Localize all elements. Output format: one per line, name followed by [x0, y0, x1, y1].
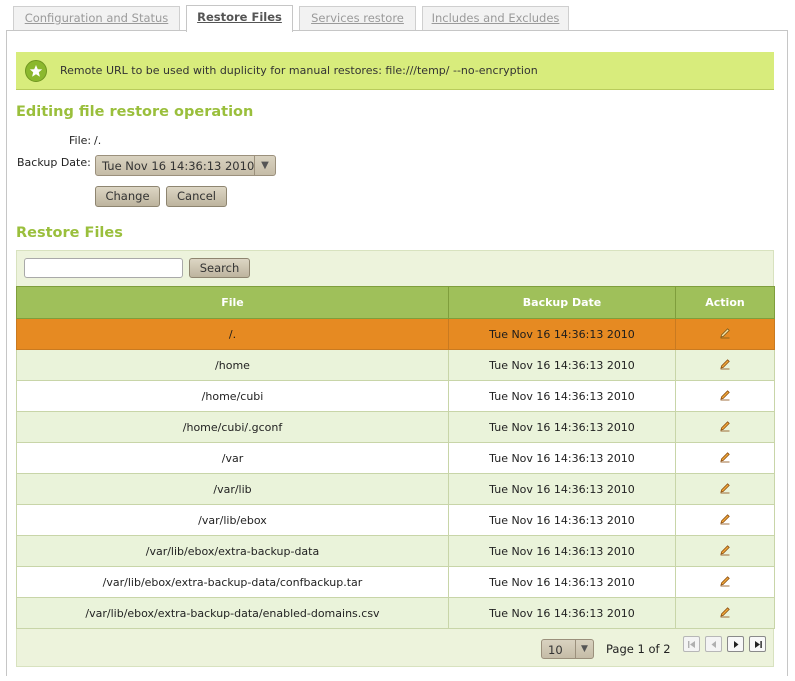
dropdown-arrow-icon: ▼ [254, 156, 275, 175]
row-file: /. [16, 318, 449, 350]
search-input[interactable] [24, 258, 183, 278]
row-date: Tue Nov 16 14:36:13 2010 [448, 318, 676, 350]
table-row[interactable]: /home Tue Nov 16 14:36:13 2010 [16, 349, 775, 381]
table-row[interactable]: /home/cubi Tue Nov 16 14:36:13 2010 [16, 380, 775, 412]
pencil-icon[interactable] [719, 451, 731, 466]
page-size-value: 10 [548, 643, 563, 657]
cancel-button[interactable]: Cancel [166, 186, 227, 207]
row-action [675, 442, 775, 474]
row-action [675, 411, 775, 443]
table-row[interactable]: /var/lib/ebox/extra-backup-data/confback… [16, 566, 775, 598]
pencil-icon[interactable] [719, 513, 731, 528]
pencil-icon[interactable] [719, 482, 731, 497]
row-file: /home/cubi/.gconf [16, 411, 449, 443]
note-text: Remote URL to be used with duplicity for… [60, 64, 538, 77]
page-size-select[interactable]: 10 ▼ [541, 639, 594, 659]
tab-includes-excludes[interactable]: Includes and Excludes [422, 6, 569, 30]
backup-date-select[interactable]: Tue Nov 16 14:36:13 2010 ▼ [95, 155, 276, 176]
backup-date-label: Backup Date: [17, 156, 91, 169]
row-file: /home/cubi [16, 380, 449, 412]
row-date: Tue Nov 16 14:36:13 2010 [448, 597, 676, 629]
row-file: /var/lib/ebox/extra-backup-data [16, 535, 449, 567]
row-file: /var/lib/ebox [16, 504, 449, 536]
table-row[interactable]: /var/lib/ebox/extra-backup-data/enabled-… [16, 597, 775, 629]
tab-restore-files[interactable]: Restore Files [186, 5, 293, 32]
row-action [675, 318, 775, 350]
info-note: Remote URL to be used with duplicity for… [16, 52, 774, 90]
pencil-icon[interactable] [719, 606, 731, 621]
row-date: Tue Nov 16 14:36:13 2010 [448, 535, 676, 567]
row-date: Tue Nov 16 14:36:13 2010 [448, 442, 676, 474]
table-header-row: File Backup Date Action [16, 286, 775, 319]
row-action [675, 504, 775, 536]
row-file: /var/lib/ebox/extra-backup-data/enabled-… [16, 597, 449, 629]
pencil-icon[interactable] [719, 358, 731, 373]
row-action [675, 566, 775, 598]
table-row[interactable]: /var/lib/ebox/extra-backup-data Tue Nov … [16, 535, 775, 567]
table-row[interactable]: /var/lib Tue Nov 16 14:36:13 2010 [16, 473, 775, 505]
row-date: Tue Nov 16 14:36:13 2010 [448, 504, 676, 536]
row-date: Tue Nov 16 14:36:13 2010 [448, 380, 676, 412]
last-page-button[interactable] [749, 636, 766, 652]
restore-files-title: Restore Files [16, 225, 123, 241]
page-info: Page 1 of 2 [606, 642, 671, 656]
column-header-backup-date[interactable]: Backup Date [448, 286, 676, 319]
tab-configuration-status[interactable]: Configuration and Status [13, 6, 180, 30]
row-date: Tue Nov 16 14:36:13 2010 [448, 566, 676, 598]
table-row[interactable]: /var/lib/ebox Tue Nov 16 14:36:13 2010 [16, 504, 775, 536]
search-button[interactable]: Search [189, 258, 250, 278]
pencil-icon[interactable] [719, 544, 731, 559]
restore-files-table: File Backup Date Action /. Tue Nov 16 14… [16, 286, 775, 629]
row-file: /var/lib [16, 473, 449, 505]
row-file: /var/lib/ebox/extra-backup-data/confback… [16, 566, 449, 598]
column-header-action: Action [675, 286, 775, 319]
backup-date-value: Tue Nov 16 14:36:13 2010 [102, 159, 255, 173]
tab-services-restore[interactable]: Services restore [299, 6, 416, 30]
row-date: Tue Nov 16 14:36:13 2010 [448, 349, 676, 381]
row-date: Tue Nov 16 14:36:13 2010 [448, 411, 676, 443]
row-date: Tue Nov 16 14:36:13 2010 [448, 473, 676, 505]
pencil-icon[interactable] [719, 575, 731, 590]
change-button[interactable]: Change [95, 186, 160, 207]
tab-bar: Configuration and Status Restore Files S… [0, 0, 795, 32]
row-action [675, 535, 775, 567]
table-row[interactable]: /. Tue Nov 16 14:36:13 2010 [16, 318, 775, 350]
row-action [675, 380, 775, 412]
table-row[interactable]: /home/cubi/.gconf Tue Nov 16 14:36:13 20… [16, 411, 775, 443]
first-page-button[interactable] [683, 636, 700, 652]
file-value: /. [94, 134, 102, 147]
row-action [675, 597, 775, 629]
column-header-file[interactable]: File [16, 286, 449, 319]
row-file: /home [16, 349, 449, 381]
row-action [675, 349, 775, 381]
table-row[interactable]: /var Tue Nov 16 14:36:13 2010 [16, 442, 775, 474]
star-icon [25, 60, 47, 82]
row-file: /var [16, 442, 449, 474]
pencil-icon[interactable] [719, 420, 731, 435]
pencil-icon[interactable] [719, 389, 731, 404]
pencil-icon[interactable] [719, 327, 731, 342]
file-label: File: [69, 134, 92, 147]
next-page-button[interactable] [727, 636, 744, 652]
dropdown-arrow-icon: ▼ [575, 640, 593, 658]
row-action [675, 473, 775, 505]
edit-section-title: Editing file restore operation [16, 104, 254, 120]
prev-page-button[interactable] [705, 636, 722, 652]
